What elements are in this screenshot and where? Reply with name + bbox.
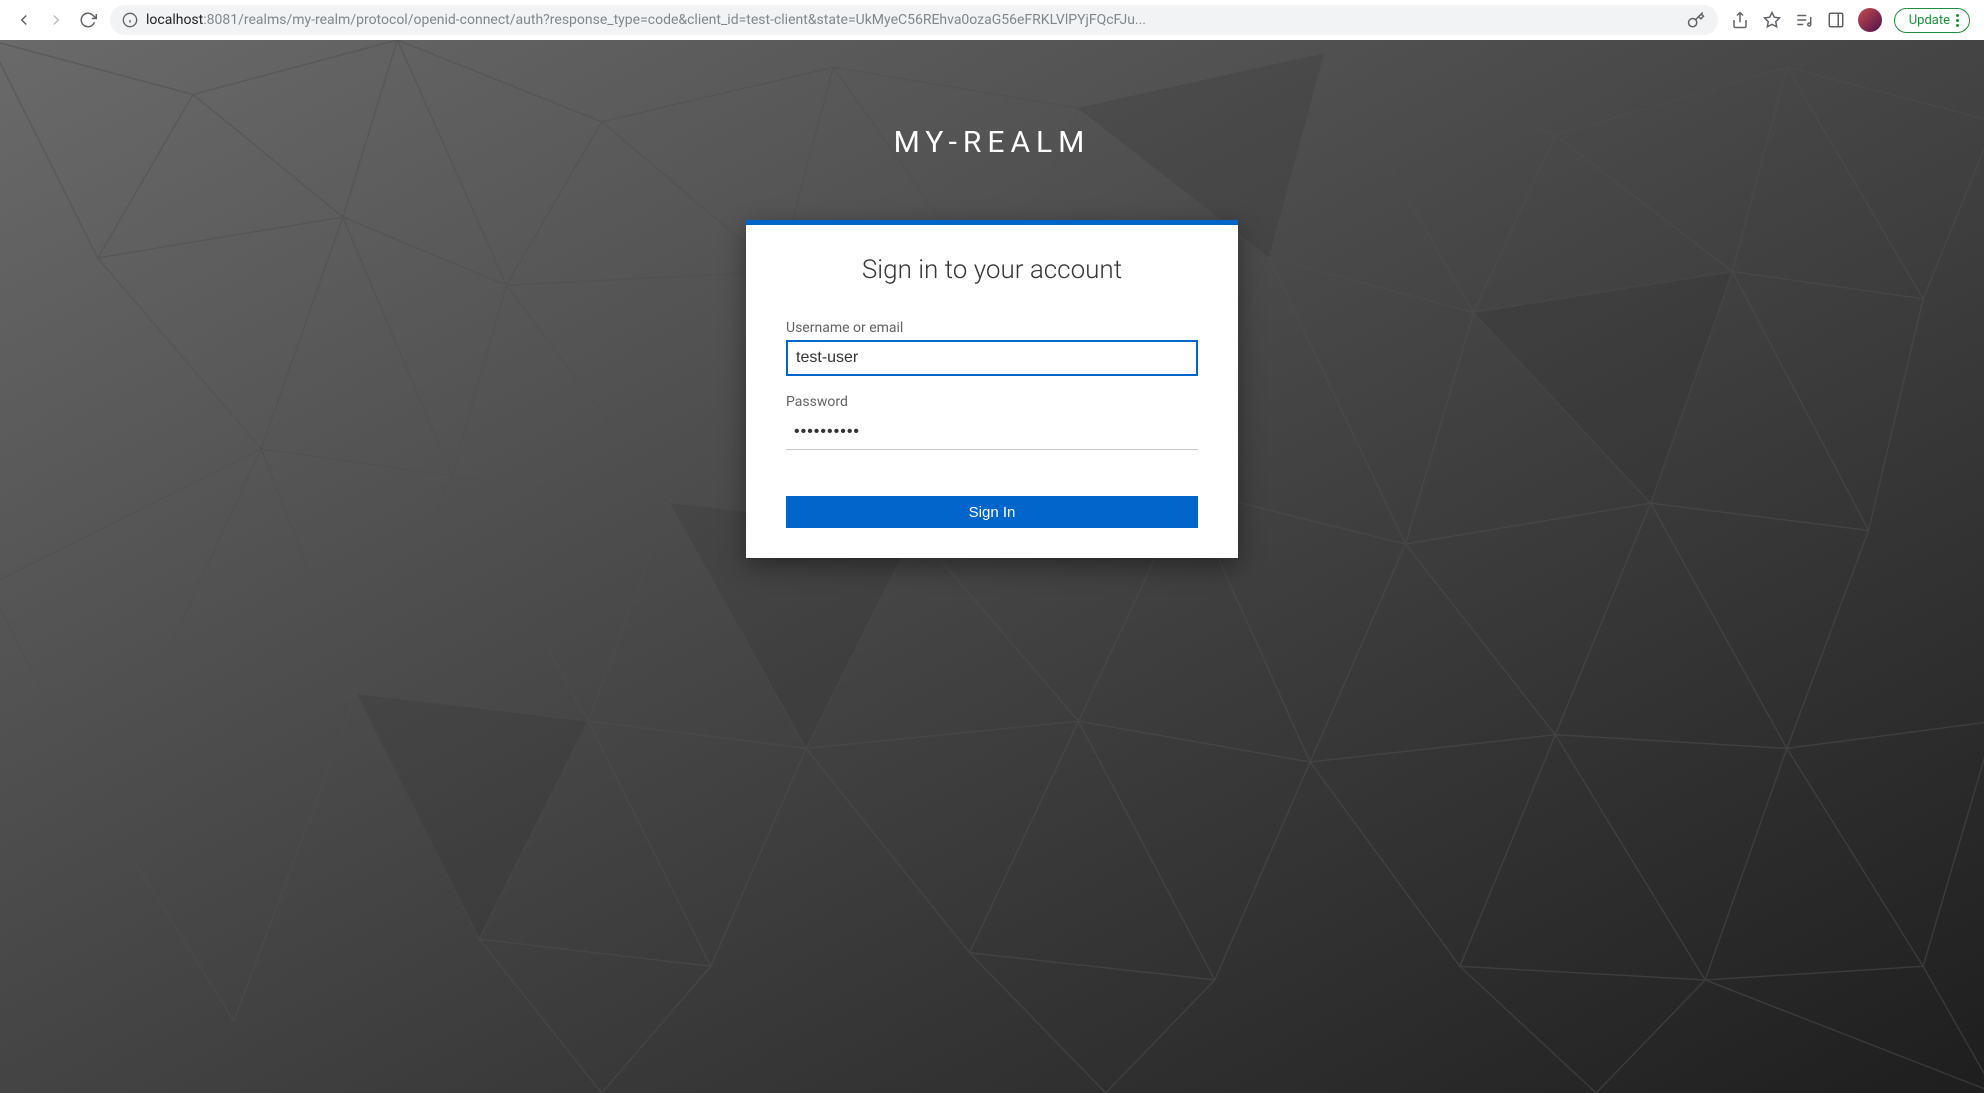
share-icon[interactable]: [1730, 10, 1750, 30]
login-card: Sign in to your account Username or emai…: [746, 220, 1238, 558]
menu-dots-icon: [1956, 14, 1959, 27]
info-icon[interactable]: [122, 12, 138, 28]
realm-title: MY-REALM: [894, 125, 1091, 160]
page-body: MY-REALM Sign in to your account Usernam…: [0, 40, 1984, 1093]
url-rest: :8081/realms/my-realm/protocol/openid-co…: [203, 12, 1146, 28]
password-group: Password: [786, 394, 1198, 450]
username-group: Username or email: [786, 320, 1198, 376]
password-input[interactable]: [786, 414, 1198, 450]
browser-toolbar: localhost:8081/realms/my-realm/protocol/…: [0, 0, 1984, 40]
address-bar[interactable]: localhost:8081/realms/my-realm/protocol/…: [110, 5, 1718, 35]
avatar[interactable]: [1858, 8, 1882, 32]
toolbar-icons: Update: [1724, 8, 1976, 33]
update-label: Update: [1909, 13, 1950, 28]
key-icon[interactable]: [1686, 10, 1706, 30]
update-button[interactable]: Update: [1894, 8, 1970, 33]
signin-button[interactable]: Sign In: [786, 496, 1198, 528]
password-label: Password: [786, 394, 1198, 410]
bookmark-icon[interactable]: [1762, 10, 1782, 30]
url-text: localhost:8081/realms/my-realm/protocol/…: [146, 12, 1678, 28]
login-content: MY-REALM Sign in to your account Usernam…: [0, 40, 1984, 558]
username-input[interactable]: [786, 340, 1198, 376]
back-button[interactable]: [12, 8, 36, 32]
playlist-icon[interactable]: [1794, 10, 1814, 30]
username-label: Username or email: [786, 320, 1198, 336]
panel-icon[interactable]: [1826, 10, 1846, 30]
url-host: localhost: [146, 12, 203, 28]
card-title: Sign in to your account: [786, 255, 1198, 285]
nav-buttons: [8, 8, 104, 32]
forward-button[interactable]: [44, 8, 68, 32]
reload-button[interactable]: [76, 8, 100, 32]
